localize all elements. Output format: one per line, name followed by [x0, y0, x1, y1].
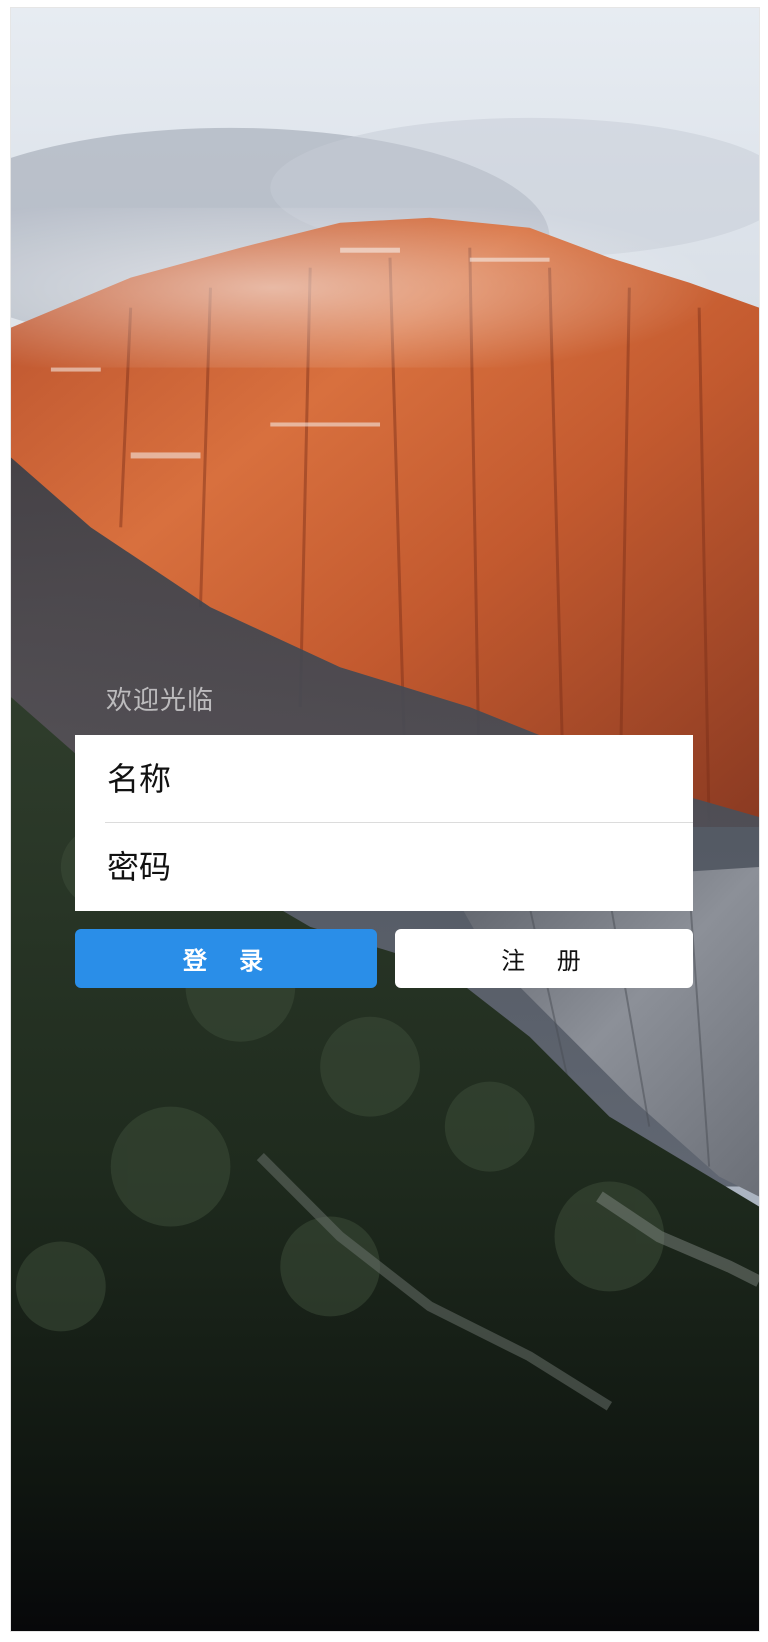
login-form [75, 735, 693, 911]
login-button[interactable]: 登 录 [75, 929, 377, 988]
password-input[interactable] [105, 846, 693, 887]
app-frame: 欢迎光临 登 录 注 册 [10, 7, 760, 1632]
name-field-container [75, 735, 693, 822]
name-input[interactable] [105, 758, 693, 799]
password-field-container [75, 823, 693, 910]
welcome-text: 欢迎光临 [106, 686, 215, 716]
register-button[interactable]: 注 册 [395, 929, 693, 988]
